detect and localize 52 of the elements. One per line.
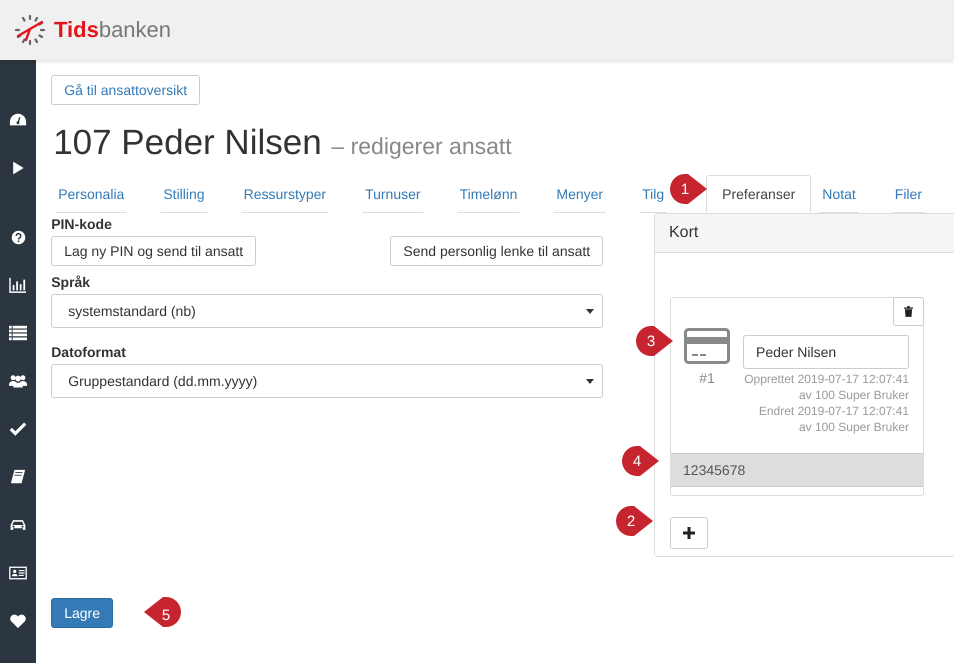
logo-text: Tidsbanken [54, 17, 172, 43]
help-icon[interactable] [10, 230, 26, 245]
callout-badge: 4 [622, 445, 660, 477]
field-label: Datoformat [51, 344, 127, 360]
card-icon [684, 328, 730, 364]
trash-icon [904, 306, 913, 317]
caret-icon [586, 308, 594, 314]
tab[interactable]: Preferanser [706, 175, 812, 213]
select-field[interactable]: Gruppestandard (dd.mm.yyyy) [51, 364, 604, 398]
tab[interactable]: Notat [819, 175, 859, 213]
pin-button[interactable]: Send personlig lenke til ansatt [390, 236, 604, 266]
tab[interactable]: Personalia [55, 175, 128, 213]
card-meta-text: av 100 Super Bruker [798, 419, 909, 435]
add-button[interactable] [670, 517, 708, 549]
tab[interactable]: Stilling [160, 175, 208, 213]
users-icon[interactable] [9, 373, 28, 389]
tab[interactable]: Timelønn [456, 175, 520, 213]
car-icon[interactable] [9, 517, 28, 533]
tab[interactable]: Tilg [639, 175, 668, 213]
book-icon[interactable] [9, 469, 28, 485]
plus-icon [683, 527, 695, 539]
callout-badge: 3 [636, 325, 674, 357]
card-number: #1 [699, 370, 715, 386]
caret-icon [586, 378, 594, 384]
callout-badge: 1 [670, 173, 708, 205]
overview-button[interactable]: Gå til ansattoversikt [51, 75, 200, 105]
panel-header: Kort [655, 214, 954, 253]
list-icon[interactable] [9, 325, 28, 341]
card-meta-text: Endret 2019-07-17 12:07:41 [758, 403, 909, 419]
heart-icon[interactable] [9, 613, 28, 629]
card-id: 12345678 [671, 453, 923, 487]
checkmark-icon[interactable] [9, 421, 28, 437]
tab[interactable]: Turnuser [362, 175, 424, 213]
field-label: Språk [51, 274, 92, 290]
tab[interactable]: Filer [892, 175, 925, 213]
save-button[interactable]: Lagre [51, 598, 113, 628]
tab[interactable]: Menyer [553, 175, 606, 213]
employee-name: 107 Peder Nilsen [53, 123, 322, 162]
select-field[interactable]: systemstandard (nb) [51, 294, 604, 328]
card-meta-text: Opprettet 2019-07-17 12:07:41 [744, 371, 909, 387]
bar-chart-icon[interactable] [9, 277, 28, 293]
page-subtitle: – redigerer ansatt [331, 133, 512, 159]
name-input[interactable]: Peder Nilsen [743, 335, 909, 369]
pin-button[interactable]: Lag ny PIN og send til ansatt [51, 236, 256, 266]
id-card-icon[interactable] [9, 565, 28, 581]
delete-button[interactable] [893, 297, 924, 326]
dashboard-icon[interactable] [9, 112, 28, 128]
card-meta-text: av 100 Super Bruker [798, 387, 909, 403]
tab[interactable]: Ressurstyper [240, 175, 330, 213]
clock-logo-icon [14, 14, 46, 46]
field-label: PIN-kode [51, 216, 113, 232]
callout-badge: 2 [616, 505, 654, 537]
